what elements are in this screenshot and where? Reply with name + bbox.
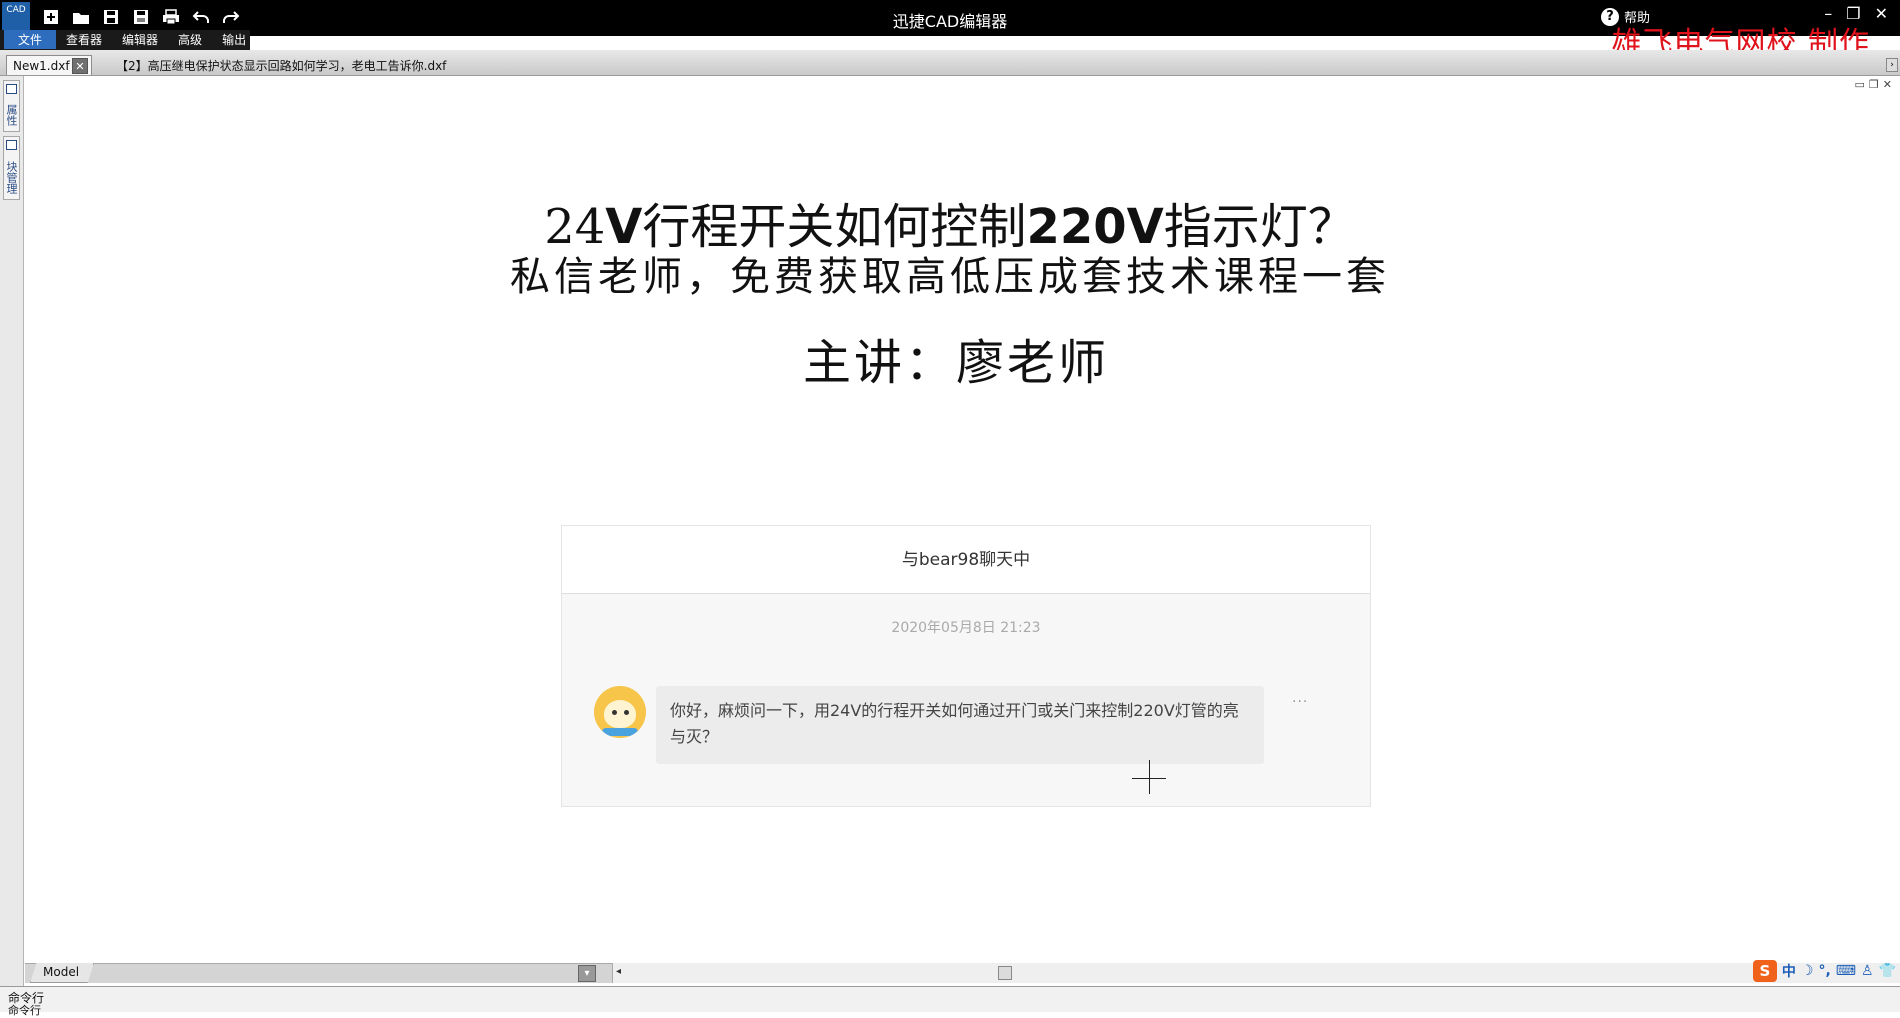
command-line-label-2: 命令行 — [8, 1004, 41, 1017]
slide-presenter: 主讲：廖老师 — [802, 335, 1109, 391]
menu-advanced[interactable]: 高级 — [168, 31, 212, 48]
chat-header: 与bear98聊天中 — [562, 526, 1370, 594]
menu-editor[interactable]: 编辑器 — [112, 31, 168, 48]
document-tab-bar: New1.dxf 【2】高压继电保护状态显示回路如何学习，老电工告诉你.dxf — [0, 50, 1900, 76]
menu-viewer[interactable]: 查看器 — [56, 31, 112, 48]
block-icon — [6, 140, 17, 150]
doc-minimize-icon[interactable]: ▭ — [1855, 78, 1865, 91]
avatar — [594, 686, 646, 738]
ime-toolbar: S 中 ☽ °, ⌨ ♙ 👕 — [1752, 958, 1896, 984]
horizontal-scrollbar[interactable]: ◂ — [612, 963, 1900, 983]
avatar-face — [604, 700, 636, 728]
ime-skin-icon[interactable]: 👕 — [1879, 963, 1896, 979]
properties-icon — [6, 84, 17, 94]
tab-second-dxf[interactable]: 【2】高压继电保护状态显示回路如何学习，老电工告诉你.dxf — [110, 55, 470, 75]
doc-close-icon[interactable]: ✕ — [1883, 78, 1892, 91]
menu-bar: 文件 查看器 编辑器 高级 输出 — [0, 29, 256, 49]
menu-file[interactable]: 文件 — [4, 29, 57, 49]
slide-subtitle: 私信老师，免费获取高低压成套技术课程一套 — [510, 254, 1390, 300]
ime-logo-icon[interactable]: S — [1752, 960, 1777, 982]
scroll-thumb[interactable] — [998, 966, 1012, 980]
close-icon[interactable]: ✕ — [1875, 4, 1888, 23]
tab-label: New1.dxf — [13, 58, 70, 73]
more-icon[interactable]: ··· — [1292, 694, 1308, 710]
tab-model[interactable]: Model — [30, 963, 95, 983]
side-tab-properties[interactable]: 属性 — [3, 80, 20, 132]
chat-message-bubble: 你好，麻烦问一下，用24V的行程开关如何通过开门或关门来控制220V灯管的亮与灭… — [656, 686, 1264, 764]
command-line[interactable]: 命令行 命令行 — [0, 986, 1900, 1017]
close-tab-icon[interactable]: ✕ — [72, 58, 88, 74]
avatar-collar — [602, 728, 638, 736]
avatar-eye — [612, 710, 617, 715]
ime-keyboard-icon[interactable]: ⌨ — [1836, 963, 1856, 979]
scroll-left-icon[interactable]: ◂ — [616, 966, 621, 977]
chat-card: 与bear98聊天中 2020年05月8日 21:23 你好，麻烦问一下，用24… — [561, 525, 1371, 807]
document-window-controls: ▭ ❐ ✕ — [1855, 78, 1893, 91]
side-tab-label: 属性 — [5, 104, 18, 126]
tab-scroll-button[interactable]: › — [1886, 58, 1898, 72]
crosshair-vertical — [1149, 760, 1150, 794]
chat-timestamp: 2020年05月8日 21:23 — [891, 620, 1041, 636]
ime-moon-icon[interactable]: ☽ — [1801, 963, 1814, 979]
tab-label: 【2】高压继电保护状态显示回路如何学习，老电工告诉你.dxf — [116, 58, 447, 73]
avatar-eye — [624, 710, 629, 715]
doc-restore-icon[interactable]: ❐ — [1869, 78, 1879, 91]
ime-chinese-mode[interactable]: 中 — [1782, 961, 1796, 981]
menu-output[interactable]: 输出 — [212, 31, 256, 48]
ime-user-icon[interactable]: ♙ — [1861, 963, 1874, 979]
ime-punctuation-icon[interactable]: °, — [1818, 963, 1830, 979]
layout-dropdown-button[interactable]: ▾ — [578, 965, 596, 982]
